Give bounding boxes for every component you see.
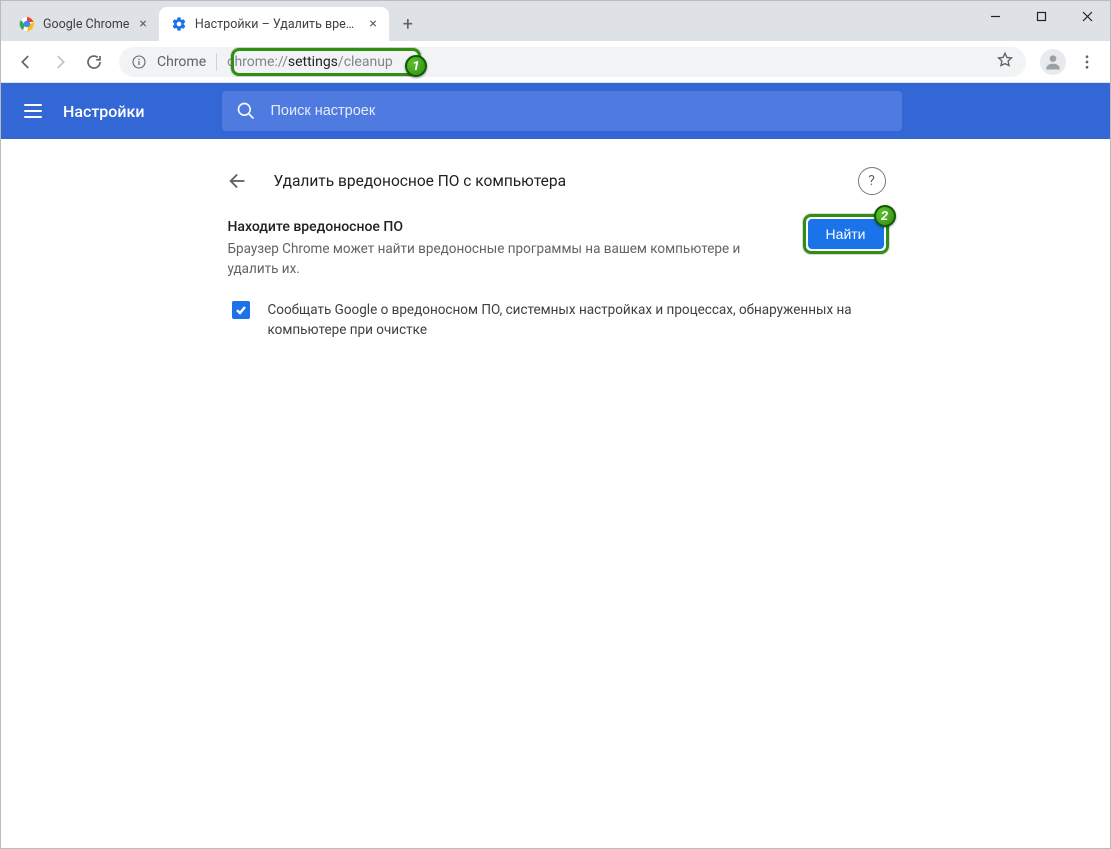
settings-search[interactable] [222,91,902,131]
back-button[interactable] [9,45,43,79]
back-arrow-icon[interactable] [222,165,254,197]
annotation-callout-2: 2 [874,205,896,227]
tab-settings-cleanup[interactable]: Настройки – Удалить вредонос… × [159,7,389,41]
url-text: chrome://settings/cleanup [227,54,393,70]
chrome-logo-icon [19,16,35,32]
report-checkbox-label: Сообщать Google о вредоносном ПО, систем… [268,300,884,342]
find-malware-section: Находите вредоносное ПО Браузер Chrome м… [216,205,896,351]
titlebar: Google Chrome × Настройки – Удалить вред… [1,1,1110,41]
minimize-button[interactable] [972,1,1018,31]
card-title: Удалить вредоносное ПО с компьютера [274,172,838,190]
kebab-menu-icon[interactable] [1072,47,1102,77]
tab-google-chrome[interactable]: Google Chrome × [7,7,159,41]
help-icon[interactable]: ? [858,167,886,195]
find-button[interactable]: Найти [808,219,884,249]
settings-search-input[interactable] [270,103,888,119]
gear-icon [171,16,187,32]
forward-button[interactable] [43,45,77,79]
tab-strip: Google Chrome × Настройки – Удалить вред… [1,1,423,41]
card-header: Удалить вредоносное ПО с компьютера ? [216,157,896,205]
close-icon[interactable]: × [137,16,148,32]
bookmark-star-icon[interactable] [996,51,1014,73]
cleanup-card: Удалить вредоносное ПО с компьютера ? На… [216,157,896,848]
close-window-button[interactable] [1064,1,1110,31]
new-tab-button[interactable]: + [393,9,423,39]
search-icon [236,101,256,121]
find-button-wrap: Найти 2 [808,219,884,249]
hamburger-menu-icon[interactable] [21,99,45,123]
tab-title: Google Chrome [43,17,129,32]
address-bar[interactable]: Chrome chrome://settings/cleanup [119,47,1026,77]
tab-title: Настройки – Удалить вредонос… [195,17,360,32]
window-controls [972,1,1110,41]
browser-window: Google Chrome × Настройки – Удалить вред… [0,0,1111,849]
page-viewport: Настройки Удалить вредоносное ПО с компь… [1,83,1110,848]
section-description: Браузер Chrome может найти вредоносные п… [228,239,748,280]
report-checkbox[interactable] [232,301,250,319]
annotation-callout-1: 1 [405,55,427,77]
settings-header: Настройки [1,83,1110,139]
settings-title: Настройки [63,102,144,121]
maximize-button[interactable] [1018,1,1064,31]
section-heading: Находите вредоносное ПО [228,219,784,235]
site-info-icon [131,54,147,70]
reload-button[interactable] [77,45,111,79]
settings-body: Удалить вредоносное ПО с компьютера ? На… [1,139,1110,848]
close-icon[interactable]: × [367,16,378,32]
toolbar: Chrome chrome://settings/cleanup [1,41,1110,83]
profile-avatar[interactable] [1040,49,1066,75]
site-label: Chrome [157,54,206,70]
report-checkbox-row: Сообщать Google о вредоносном ПО, систем… [228,300,884,342]
